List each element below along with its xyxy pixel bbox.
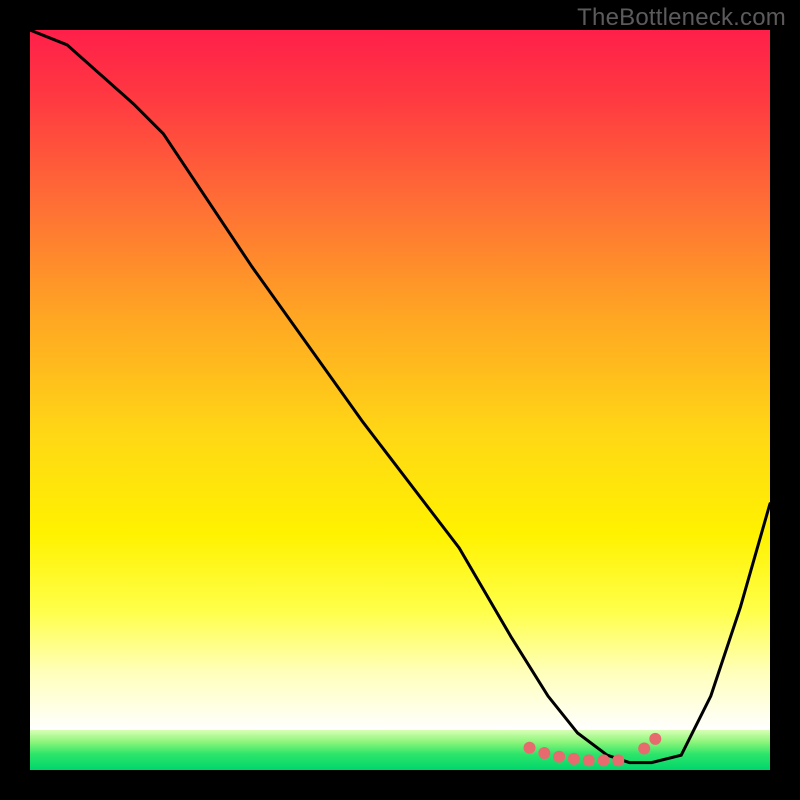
marker-point — [612, 754, 624, 766]
chart-svg — [30, 30, 770, 770]
marker-point — [538, 747, 550, 759]
watermark-text: TheBottleneck.com — [577, 4, 786, 32]
marker-point — [638, 743, 650, 755]
marker-point — [553, 751, 565, 763]
marker-point — [598, 754, 610, 766]
bottleneck-curve — [30, 30, 770, 763]
marker-point — [524, 742, 536, 754]
marker-point — [583, 754, 595, 766]
marker-point — [568, 753, 580, 765]
chart-frame: TheBottleneck.com — [0, 0, 800, 800]
plot-area — [30, 30, 770, 770]
marker-point — [649, 733, 661, 745]
